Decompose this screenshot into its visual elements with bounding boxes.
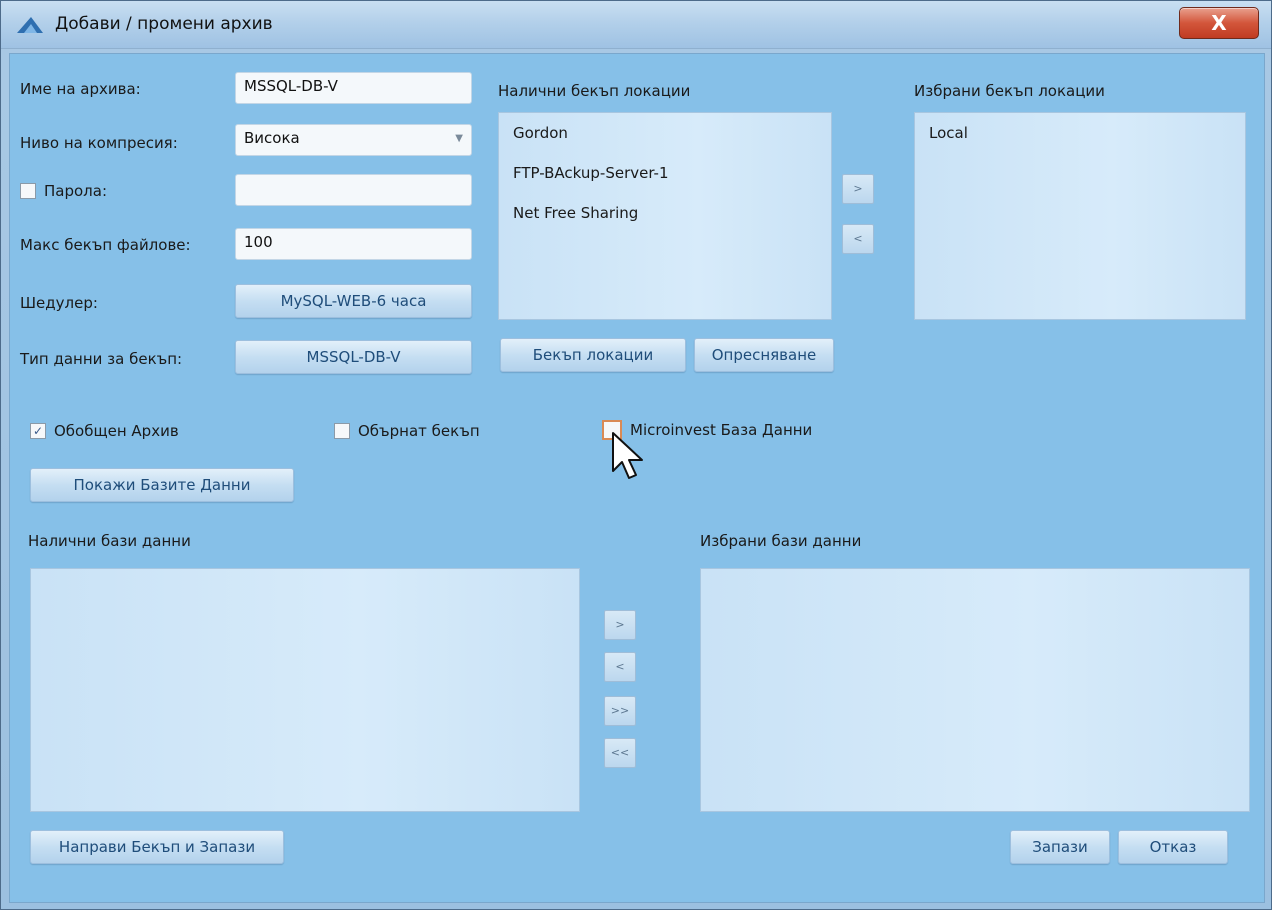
compression-label: Ниво на компресия: <box>20 134 178 152</box>
general-archive-checkbox[interactable]: ✓ <box>30 423 46 439</box>
refresh-button[interactable]: Опресняване <box>694 338 834 372</box>
dropdown-arrow-icon: ▼ <box>455 133 463 144</box>
password-checkbox-row[interactable]: Парола: <box>20 182 107 200</box>
close-button[interactable]: X <box>1179 7 1259 39</box>
list-item[interactable]: Local <box>915 113 1245 153</box>
list-item[interactable]: Gordon <box>499 113 831 153</box>
general-archive-checkbox-row[interactable]: ✓ Обобщен Архив <box>30 422 179 440</box>
window-title: Добави / промени архив <box>55 14 273 34</box>
general-archive-label: Обобщен Архив <box>54 422 179 440</box>
mouse-cursor-icon <box>612 432 643 479</box>
backup-locations-button[interactable]: Бекъп локации <box>500 338 686 372</box>
remove-all-databases-button[interactable]: << <box>604 738 636 768</box>
title-bar: Добави / промени архив X <box>1 1 1271 49</box>
password-label: Парола: <box>44 182 108 200</box>
remove-database-button[interactable]: < <box>604 652 636 682</box>
reverse-backup-checkbox-row[interactable]: Обърнат бекъп <box>334 422 480 440</box>
show-databases-button[interactable]: Покажи Базите Данни <box>30 468 294 502</box>
password-input[interactable] <box>235 174 472 206</box>
reverse-backup-checkbox[interactable] <box>334 423 350 439</box>
available-databases-list[interactable] <box>30 568 580 812</box>
add-all-databases-button[interactable]: >> <box>604 696 636 726</box>
available-locations-header: Налични бекъп локации <box>498 82 691 100</box>
archive-name-input[interactable]: MSSQL-DB-V <box>235 72 472 104</box>
cancel-button[interactable]: Отказ <box>1118 830 1228 864</box>
microinvest-db-label: Microinvest База Данни <box>630 421 813 439</box>
app-icon <box>17 17 43 33</box>
max-files-input[interactable]: 100 <box>235 228 472 260</box>
compression-value: Висока <box>244 129 300 147</box>
selected-databases-header: Избрани бази данни <box>700 532 862 550</box>
remove-location-button[interactable]: < <box>842 224 874 254</box>
add-location-button[interactable]: > <box>842 174 874 204</box>
list-item[interactable]: FTP-BAckup-Server-1 <box>499 153 831 193</box>
data-type-button[interactable]: MSSQL-DB-V <box>235 340 472 374</box>
save-button[interactable]: Запази <box>1010 830 1110 864</box>
data-type-label: Тип данни за бекъп: <box>20 350 183 368</box>
selected-locations-list[interactable]: Local <box>914 112 1246 320</box>
password-checkbox[interactable] <box>20 183 36 199</box>
scheduler-button[interactable]: MySQL-WEB-6 часа <box>235 284 472 318</box>
scheduler-label: Шедулер: <box>20 294 98 312</box>
archive-name-label: Име на архива: <box>20 80 141 98</box>
selected-databases-list[interactable] <box>700 568 1250 812</box>
list-item[interactable]: Net Free Sharing <box>499 193 831 233</box>
dialog-window: Добави / промени архив X Име на архива: … <box>0 0 1272 910</box>
backup-and-save-button[interactable]: Направи Бекъп и Запази <box>30 830 284 864</box>
compression-select[interactable]: Висока ▼ <box>235 124 472 156</box>
available-databases-header: Налични бази данни <box>28 532 191 550</box>
reverse-backup-label: Обърнат бекъп <box>358 422 480 440</box>
max-files-label: Макс бекъп файлове: <box>20 236 191 254</box>
selected-locations-header: Избрани бекъп локации <box>914 82 1105 100</box>
available-locations-list[interactable]: Gordon FTP-BAckup-Server-1 Net Free Shar… <box>498 112 832 320</box>
add-database-button[interactable]: > <box>604 610 636 640</box>
